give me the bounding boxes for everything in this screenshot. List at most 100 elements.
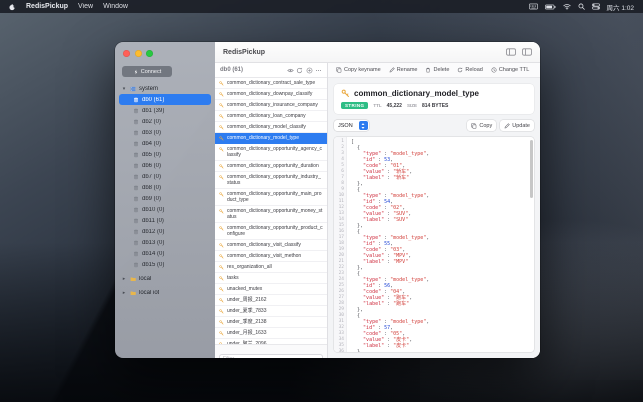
disclosure-collapsed-icon[interactable]: ▸ [121,276,127,282]
menubar-menu-window[interactable]: Window [103,3,128,10]
sidebar-db-db0[interactable]: db0 (61) [119,94,211,105]
key-list-item[interactable]: common_dictionary_model_classify [215,122,327,133]
copy-keyname-button[interactable]: Copy keyname [336,67,381,73]
value-editor[interactable]: 1 2 3 4 5 6 7 8 9 10 11 12 13 14 15 16 17 18 19 20 21 22 23 24 2… [334,137,534,352]
db-label: db9 (0) [142,195,162,202]
window-controls [115,42,215,63]
key-list-item[interactable]: common_dictionary_contract_sale_type [215,78,327,89]
menubar-app-name[interactable]: RedisPickup [26,3,68,10]
format-select[interactable]: JSON [334,120,369,131]
sidebar-db-db14[interactable]: db14 (0) [119,248,211,259]
sidebar-db-db2[interactable]: db2 (0) [119,116,211,127]
sidebar-db-db7[interactable]: db7 (0) [119,171,211,182]
key-icon [219,135,224,141]
folder-icon [130,276,136,282]
battery-icon[interactable] [544,4,556,10]
control-center-icon[interactable] [591,3,600,10]
minimize-window-button[interactable] [134,50,142,57]
menubar: RedisPickup View Window 周六 1:02 [0,0,643,13]
sidebar-db-db8[interactable]: db8 (0) [119,182,211,193]
disclosure-collapsed-icon[interactable]: ▸ [121,290,127,296]
window-titlebar[interactable]: RedisPickup [215,42,540,63]
database-icon [133,196,139,202]
database-icon [133,130,139,136]
keyboard-icon[interactable] [528,3,538,10]
key-list-item[interactable]: common_dictionary_model_type [215,133,327,144]
key-icon [219,102,224,108]
reload-button[interactable]: Reload [457,67,483,73]
key-list-item[interactable]: common_dictionary_opportunity_duration [215,161,327,172]
sidebar-connection-system[interactable]: ▾ system [115,83,215,94]
menubar-clock[interactable]: 周六 1:02 [607,2,634,12]
sidebar-db-db11[interactable]: db11 (0) [119,215,211,226]
key-icon [219,330,224,336]
toolbar-button-label: Delete [433,67,450,73]
key-list-item[interactable]: under_周报_2162 [215,295,327,306]
disclosure-expanded-icon[interactable]: ▾ [121,86,127,92]
ttl-value: 45,222 [386,102,402,109]
key-list-item[interactable]: under_夏季_7833 [215,306,327,317]
refresh-icon[interactable] [296,67,303,74]
sidebar-connection-local-iot[interactable]: ▸ local iot [115,287,215,298]
more-icon[interactable] [315,67,322,74]
server-icon [130,86,136,92]
key-list-item[interactable]: under_季度_2138 [215,317,327,328]
database-icon [133,174,139,180]
db-header-label: db0 (61) [220,67,244,73]
update-value-button[interactable]: Update [500,120,534,131]
editor-scrollbar[interactable] [530,140,533,198]
desktop: RedisPickup View Window 周六 1:02 Connect … [0,0,643,402]
key-list-item[interactable]: common_dictionary_visit_classify [215,240,327,251]
key-list-item[interactable]: common_dictionary_opportunity_money_stat… [215,206,327,223]
key-list-item[interactable]: common_dictionary_visit_methon [215,251,327,262]
sidebar-db-db9[interactable]: db9 (0) [119,193,211,204]
key-list-item[interactable]: tasks [215,273,327,284]
folder-icon [130,290,136,296]
sidebar-connection-local[interactable]: ▸ local [115,273,215,284]
sidebar-db-db12[interactable]: db12 (0) [119,226,211,237]
rename-button[interactable]: Rename [389,67,417,73]
copy-value-button[interactable]: Copy [467,120,497,131]
key-list-item-label: unacked_mutex [227,286,263,292]
change-ttl-button[interactable]: Change TTL [491,67,529,73]
sidebar-db-db1[interactable]: db1 (39) [119,105,211,116]
connect-button[interactable]: Connect [122,66,172,77]
wifi-icon[interactable] [562,3,571,10]
key-list-item[interactable]: res_organization_all [215,262,327,273]
chevron-updown-icon [358,121,368,130]
key-list-item[interactable]: common_dictionary_opportunity_main_produ… [215,189,327,206]
toggle-panel-icon[interactable] [522,48,532,56]
key-list-item[interactable]: unacked_mutex [215,284,327,295]
editor-code[interactable]: [ { "type" : "model_type", "id" : 53, "c… [347,137,534,352]
sidebar-db-db10[interactable]: db10 (0) [119,204,211,215]
key-icon [219,208,224,214]
sidebar-db-db4[interactable]: db4 (0) [119,138,211,149]
sidebar-db-db15[interactable]: db15 (0) [119,259,211,270]
add-key-icon[interactable] [306,67,313,74]
key-list-item[interactable]: common_dictionary_opportunity_agency_cla… [215,144,327,161]
zoom-window-button[interactable] [146,50,153,57]
connection-label: local iot [139,289,160,296]
menubar-menu-view[interactable]: View [78,3,93,10]
apple-menu-icon[interactable] [9,3,16,11]
key-icon [219,191,224,197]
key-list-item[interactable]: common_dictionary_loan_company [215,111,327,122]
key-list-item[interactable]: common_dictionary_downpay_classify [215,89,327,100]
eye-icon[interactable] [286,67,294,74]
key-list-item[interactable]: common_dictionary_opportunity_product_co… [215,223,327,240]
search-icon[interactable] [578,3,585,10]
key-list-item-label: common_dictionary_model_classify [227,124,306,130]
sidebar-db-db3[interactable]: db3 (0) [119,127,211,138]
sidebar-db-db6[interactable]: db6 (0) [119,160,211,171]
db-label: db2 (0) [142,118,162,125]
key-list-item[interactable]: common_dictionary_opportunity_industry_s… [215,172,327,189]
sidebar-db-db13[interactable]: db13 (0) [119,237,211,248]
sidebar-db-db5[interactable]: db5 (0) [119,149,211,160]
delete-button[interactable]: Delete [425,67,449,73]
key-list-item[interactable]: common_dictionary_insurance_company [215,100,327,111]
filter-input[interactable] [219,354,323,358]
key-list-item[interactable]: under_月报_1633 [215,328,327,339]
key-list-item-label: common_dictionary_opportunity_product_co… [227,225,323,237]
toggle-sidebar-icon[interactable] [506,48,516,56]
close-window-button[interactable] [123,50,130,57]
